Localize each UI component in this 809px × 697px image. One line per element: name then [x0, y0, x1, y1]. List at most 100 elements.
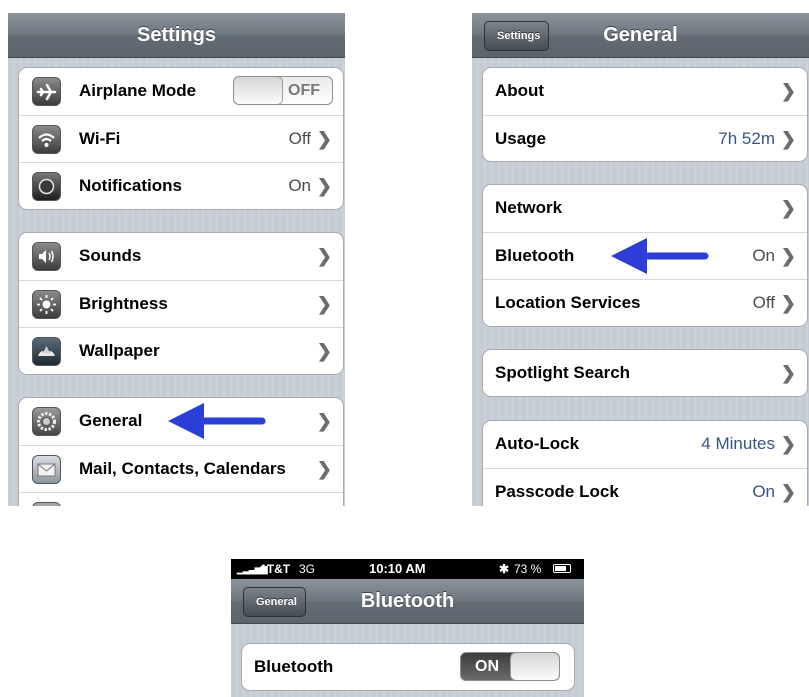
- arrow-left-icon: [611, 238, 709, 274]
- mail-contacts-calendars-row[interactable]: Mail, Contacts, Calendars ❯: [19, 445, 343, 492]
- bluetooth-row-label: Bluetooth: [254, 657, 334, 676]
- mail-icon: [32, 455, 61, 484]
- auto-lock-label: Auto-Lock: [495, 434, 580, 453]
- location-services-row[interactable]: Location Services Off ❯: [483, 279, 807, 326]
- chevron-right-icon: ❯: [316, 294, 332, 314]
- bluetooth-toggle[interactable]: ON: [460, 652, 560, 681]
- settings-title: Settings: [137, 24, 216, 46]
- brightness-label: Brightness: [79, 294, 168, 313]
- wifi-label: Wi-Fi: [79, 129, 121, 148]
- chevron-right-icon: ❯: [780, 81, 796, 101]
- chevron-right-icon: ❯: [316, 341, 332, 361]
- back-button-settings[interactable]: Settings: [484, 21, 550, 51]
- bluetooth-toggle-row: Bluetooth ON: [242, 644, 574, 690]
- general-group-4: Auto-Lock 4 Minutes ❯ Passcode Lock On ❯: [482, 420, 808, 506]
- passcode-lock-label: Passcode Lock: [495, 482, 619, 501]
- wifi-icon: [32, 125, 61, 154]
- chevron-right-icon: ❯: [316, 411, 332, 431]
- toggle-knob: [234, 77, 282, 104]
- airplane-mode-row: Airplane Mode OFF: [19, 68, 343, 115]
- bluetooth-value: On: [752, 246, 775, 265]
- bluetooth-row[interactable]: Bluetooth On ❯: [483, 232, 807, 279]
- bluetooth-group: Bluetooth ON: [241, 643, 575, 691]
- brightness-row[interactable]: Brightness ❯: [19, 280, 343, 327]
- about-label: About: [495, 81, 545, 100]
- bluetooth-label: Bluetooth: [495, 246, 575, 265]
- settings-navbar: Settings: [8, 13, 345, 58]
- general-group-3: Spotlight Search ❯: [482, 349, 808, 397]
- notifications-value: On: [288, 176, 311, 195]
- chevron-right-icon: ❯: [316, 246, 332, 266]
- settings-group-2: Sounds ❯ Brightness ❯ Wallpaper ❯: [18, 232, 344, 375]
- passcode-lock-row[interactable]: Passcode Lock On ❯: [483, 468, 807, 506]
- back-button-label: General: [256, 596, 297, 608]
- general-screen: General Settings About ❯ Usage 7h 52m ❯ …: [472, 13, 809, 506]
- general-group-1: About ❯ Usage 7h 52m ❯: [482, 67, 808, 162]
- auto-lock-value: 4 Minutes: [701, 434, 775, 453]
- wallpaper-row[interactable]: Wallpaper ❯: [19, 327, 343, 374]
- battery-percent-text: 73 %: [514, 562, 542, 576]
- general-navbar: General Settings: [472, 13, 809, 58]
- spotlight-search-row[interactable]: Spotlight Search ❯: [483, 350, 807, 396]
- chevron-right-icon: ❯: [780, 482, 796, 502]
- location-services-label: Location Services: [495, 293, 641, 312]
- auto-lock-row[interactable]: Auto-Lock 4 Minutes ❯: [483, 421, 807, 468]
- chevron-right-icon: ❯: [780, 246, 796, 266]
- status-bar: ▁▂▃▅▆ AT&T 3G 10:10 AM ✱ 73 %: [231, 559, 584, 579]
- sounds-icon: [32, 242, 61, 271]
- sounds-row[interactable]: Sounds ❯: [19, 233, 343, 280]
- arrow-left-icon: [168, 403, 266, 439]
- airplane-mode-label: Airplane Mode: [79, 81, 197, 100]
- bluetooth-toggle-text: ON: [475, 658, 499, 675]
- wifi-row[interactable]: Wi-Fi Off ❯: [19, 115, 343, 162]
- spotlight-search-label: Spotlight Search: [495, 363, 631, 382]
- battery-icon: [553, 564, 571, 573]
- about-row[interactable]: About ❯: [483, 68, 807, 115]
- notifications-label: Notifications: [79, 176, 182, 195]
- chevron-right-icon: ❯: [780, 198, 796, 218]
- airplane-toggle-text: OFF: [288, 82, 320, 99]
- location-services-value: Off: [752, 293, 775, 312]
- wifi-value: Off: [288, 129, 311, 148]
- settings-group-1: Airplane Mode OFF Wi-Fi Off ❯ Notificati…: [18, 67, 344, 210]
- general-label: General: [79, 411, 143, 430]
- back-button-label: Settings: [497, 30, 541, 42]
- bluetooth-screen: ▁▂▃▅▆ AT&T 3G 10:10 AM ✱ 73 % Bluetooth …: [231, 559, 584, 697]
- airplane-mode-toggle[interactable]: OFF: [233, 76, 333, 105]
- general-row[interactable]: General ❯: [19, 398, 343, 445]
- wallpaper-label: Wallpaper: [79, 341, 160, 360]
- airplane-icon: [32, 77, 61, 106]
- chevron-right-icon: ❯: [316, 459, 332, 479]
- network-row[interactable]: Network ❯: [483, 185, 807, 232]
- network-label: Network: [495, 198, 563, 217]
- chevron-right-icon: ❯: [316, 129, 332, 149]
- wallpaper-icon: [32, 337, 61, 366]
- chevron-right-icon: ❯: [316, 176, 332, 196]
- next-row-partial: [19, 492, 343, 506]
- partial-icon: [32, 502, 61, 506]
- notifications-icon: [32, 172, 61, 201]
- clock-text: 10:10 AM: [369, 561, 426, 576]
- usage-value: 7h 52m: [718, 129, 775, 148]
- notifications-row[interactable]: Notifications On ❯: [19, 162, 343, 209]
- carrier-text: AT&T: [259, 562, 291, 576]
- general-icon: [32, 407, 61, 436]
- settings-screen: Settings Airplane Mode OFF Wi-Fi Off ❯ N…: [8, 13, 345, 506]
- general-group-2: Network ❯ Bluetooth On ❯ Location Servic…: [482, 184, 808, 327]
- mail-label: Mail, Contacts, Calendars: [79, 459, 286, 478]
- back-button-general[interactable]: General: [243, 587, 306, 617]
- bluetooth-status-icon: ✱: [499, 562, 510, 576]
- passcode-lock-value: On: [752, 482, 775, 501]
- chevron-right-icon: ❯: [780, 434, 796, 454]
- usage-row[interactable]: Usage 7h 52m ❯: [483, 115, 807, 161]
- settings-group-3: General ❯ Mail, Contacts, Calendars ❯: [18, 397, 344, 506]
- chevron-right-icon: ❯: [780, 363, 796, 383]
- brightness-icon: [32, 290, 61, 319]
- network-type-text: 3G: [299, 562, 316, 576]
- chevron-right-icon: ❯: [780, 293, 796, 313]
- usage-label: Usage: [495, 129, 547, 148]
- toggle-knob: [511, 653, 559, 680]
- chevron-right-icon: ❯: [780, 129, 796, 149]
- bluetooth-navbar: Bluetooth General: [231, 579, 584, 624]
- sounds-label: Sounds: [79, 246, 142, 265]
